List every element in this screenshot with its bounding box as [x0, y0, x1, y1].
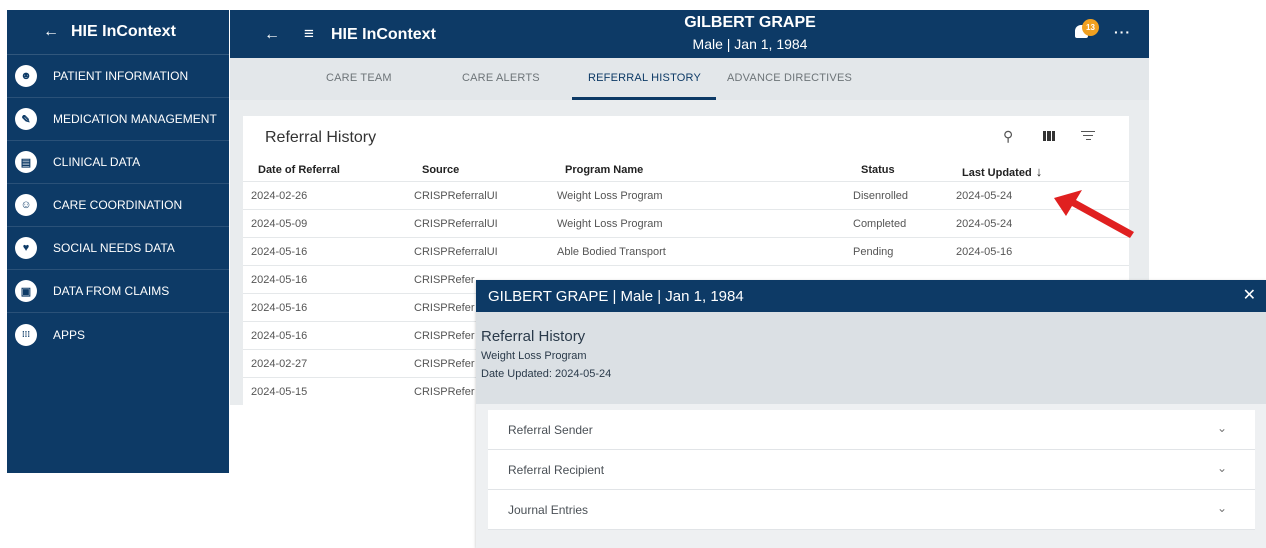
card-title: Referral History — [265, 129, 377, 146]
close-icon[interactable]: ✕ — [1243, 285, 1256, 305]
back-arrow-icon[interactable]: ← — [43, 23, 59, 41]
column-header-date[interactable]: Date of Referral — [258, 164, 340, 176]
heart-hand-icon: ♥ — [15, 237, 37, 259]
hamburger-menu-icon[interactable]: ≡ — [304, 24, 314, 44]
sidebar-item-label: APPS — [53, 327, 86, 342]
cell-source: CRISPReferralUI — [414, 246, 498, 258]
sort-descending-icon[interactable]: ↓ — [1036, 164, 1043, 179]
cell-source: CRISPRefer — [414, 386, 475, 398]
cell-date: 2024-05-16 — [251, 302, 308, 314]
cell-program: Weight Loss Program — [557, 218, 663, 230]
tab-referral-history[interactable]: REFERRAL HISTORY — [588, 72, 701, 84]
tab-bar: CARE TEAM CARE ALERTS REFERRAL HISTORY A… — [230, 58, 1149, 100]
sidebar-item-label: SOCIAL NEEDS DATA — [53, 241, 175, 255]
cell-date: 2024-05-15 — [251, 386, 308, 398]
cell-updated: 2024-05-24 — [956, 218, 1013, 230]
tab-advance-directives[interactable]: ADVANCE DIRECTIVES — [727, 72, 852, 84]
cell-source: CRISPReferralUI — [414, 190, 498, 202]
table-row[interactable]: 2024-02-26 CRISPReferralUI Weight Loss P… — [243, 181, 1129, 209]
cell-program: Weight Loss Program — [557, 190, 663, 202]
tab-care-alerts[interactable]: CARE ALERTS — [462, 72, 540, 84]
column-header-program[interactable]: Program Name — [565, 164, 643, 176]
cell-date: 2024-05-16 — [251, 330, 308, 342]
cell-status: Completed — [853, 218, 907, 230]
column-header-status[interactable]: Status — [861, 164, 895, 176]
cell-updated: 2024-05-24 — [956, 190, 1013, 202]
cell-source: CRISPReferralUI — [414, 218, 498, 230]
accordion-referral-recipient[interactable]: Referral Recipient ⌄ — [488, 450, 1255, 490]
folder-icon: ▤ — [15, 151, 37, 173]
modal-title: GILBERT GRAPE | Male | Jan 1, 1984 — [488, 288, 744, 305]
apps-grid-icon: ⁞⁞⁞ — [15, 323, 37, 346]
cell-source: CRISPRefer — [414, 274, 475, 286]
document-icon: ▣ — [15, 280, 37, 302]
cell-source: CRISPRefer — [414, 358, 475, 370]
app-title: HIE InContext — [331, 26, 436, 43]
sidebar-item-label: CARE COORDINATION — [53, 198, 183, 212]
accordion-referral-sender[interactable]: Referral Sender ⌄ — [488, 410, 1255, 450]
accordion-label: Journal Entries — [508, 503, 589, 517]
table-row[interactable]: 2024-05-09 CRISPReferralUI Weight Loss P… — [243, 209, 1129, 237]
sidebar-title: HIE InContext — [71, 23, 176, 40]
notification-count-badge: 13 — [1082, 19, 1099, 36]
modal-date-updated: Date Updated: 2024-05-24 — [481, 368, 612, 380]
cell-date: 2024-05-09 — [251, 218, 308, 230]
chevron-down-icon[interactable]: ⌄ — [1217, 501, 1227, 515]
filter-icon[interactable] — [1081, 131, 1095, 143]
person-icon: ☻ — [15, 65, 37, 87]
sidebar-item-care-coordination[interactable]: ☺ CARE COORDINATION — [7, 184, 229, 227]
accordion-journal-entries[interactable]: Journal Entries ⌄ — [488, 490, 1255, 530]
referral-detail-modal: GILBERT GRAPE | Male | Jan 1, 1984 ✕ Ref… — [476, 280, 1266, 548]
sidebar-item-patient-information[interactable]: ☻ PATIENT INFORMATION — [7, 55, 229, 98]
modal-body: Referral Sender ⌄ Referral Recipient ⌄ J… — [476, 404, 1266, 548]
patient-demographics: Male | Jan 1, 1984 — [692, 36, 808, 52]
sidebar-item-label: DATA FROM CLAIMS — [53, 284, 170, 298]
more-options-icon[interactable]: ··· — [1114, 24, 1131, 40]
sidebar-item-label: CLINICAL DATA — [53, 155, 141, 169]
cell-date: 2024-02-27 — [251, 358, 308, 370]
accordion-label: Referral Sender — [508, 423, 593, 437]
sidebar-item-data-from-claims[interactable]: ▣ DATA FROM CLAIMS — [7, 270, 229, 313]
accordion-label: Referral Recipient — [508, 463, 605, 477]
cell-date: 2024-02-26 — [251, 190, 308, 202]
modal-header: GILBERT GRAPE | Male | Jan 1, 1984 ✕ — [476, 280, 1266, 312]
modal-summary: Referral History Weight Loss Program Dat… — [481, 328, 611, 380]
modal-heading: Referral History — [481, 328, 586, 345]
sidebar-item-label: PATIENT INFORMATION — [53, 69, 189, 83]
cell-date: 2024-05-16 — [251, 274, 308, 286]
columns-icon[interactable] — [1043, 131, 1055, 141]
sidebar-item-apps[interactable]: ⁞⁞⁞ APPS — [7, 313, 229, 356]
red-callout-arrow-icon — [1054, 190, 1134, 238]
patient-banner: GILBERT GRAPE Male | Jan 1, 1984 — [620, 14, 880, 52]
table-row[interactable]: 2024-05-16 CRISPReferralUI Able Bodied T… — [243, 237, 1129, 265]
cell-source: CRISPRefer — [414, 302, 475, 314]
sidebar-nav: ← HIE InContext ☻ PATIENT INFORMATION ✎ … — [7, 10, 229, 473]
cell-source: CRISPRefer — [414, 330, 475, 342]
cell-status: Pending — [853, 246, 894, 258]
chevron-down-icon[interactable]: ⌄ — [1217, 461, 1227, 475]
coordination-icon: ☺ — [15, 194, 37, 216]
cell-date: 2024-05-16 — [251, 246, 308, 258]
top-app-bar: ← ≡ HIE InContext GILBERT GRAPE Male | J… — [230, 10, 1149, 58]
sidebar-item-medication-management[interactable]: ✎ MEDICATION MANAGEMENT — [7, 98, 229, 141]
sidebar-header[interactable]: ← HIE InContext — [7, 10, 229, 55]
sidebar-item-clinical-data[interactable]: ▤ CLINICAL DATA — [7, 141, 229, 184]
sidebar-item-social-needs-data[interactable]: ♥ SOCIAL NEEDS DATA — [7, 227, 229, 270]
patient-name: GILBERT GRAPE — [684, 14, 816, 31]
cell-status: Disenrolled — [853, 190, 909, 202]
cell-program: Able Bodied Transport — [557, 246, 666, 258]
back-icon[interactable]: ← — [264, 26, 280, 44]
modal-program-name: Weight Loss Program — [481, 350, 587, 362]
sidebar-item-label: MEDICATION MANAGEMENT — [53, 112, 217, 126]
tab-care-team[interactable]: CARE TEAM — [326, 72, 392, 84]
search-icon[interactable]: ⚲ — [1003, 128, 1013, 145]
pill-icon: ✎ — [15, 108, 37, 130]
column-header-last-updated[interactable]: Last Updated ↓ — [962, 164, 1042, 179]
cell-updated: 2024-05-16 — [956, 246, 1013, 258]
chevron-down-icon[interactable]: ⌄ — [1217, 421, 1227, 435]
column-header-source[interactable]: Source — [422, 164, 459, 176]
